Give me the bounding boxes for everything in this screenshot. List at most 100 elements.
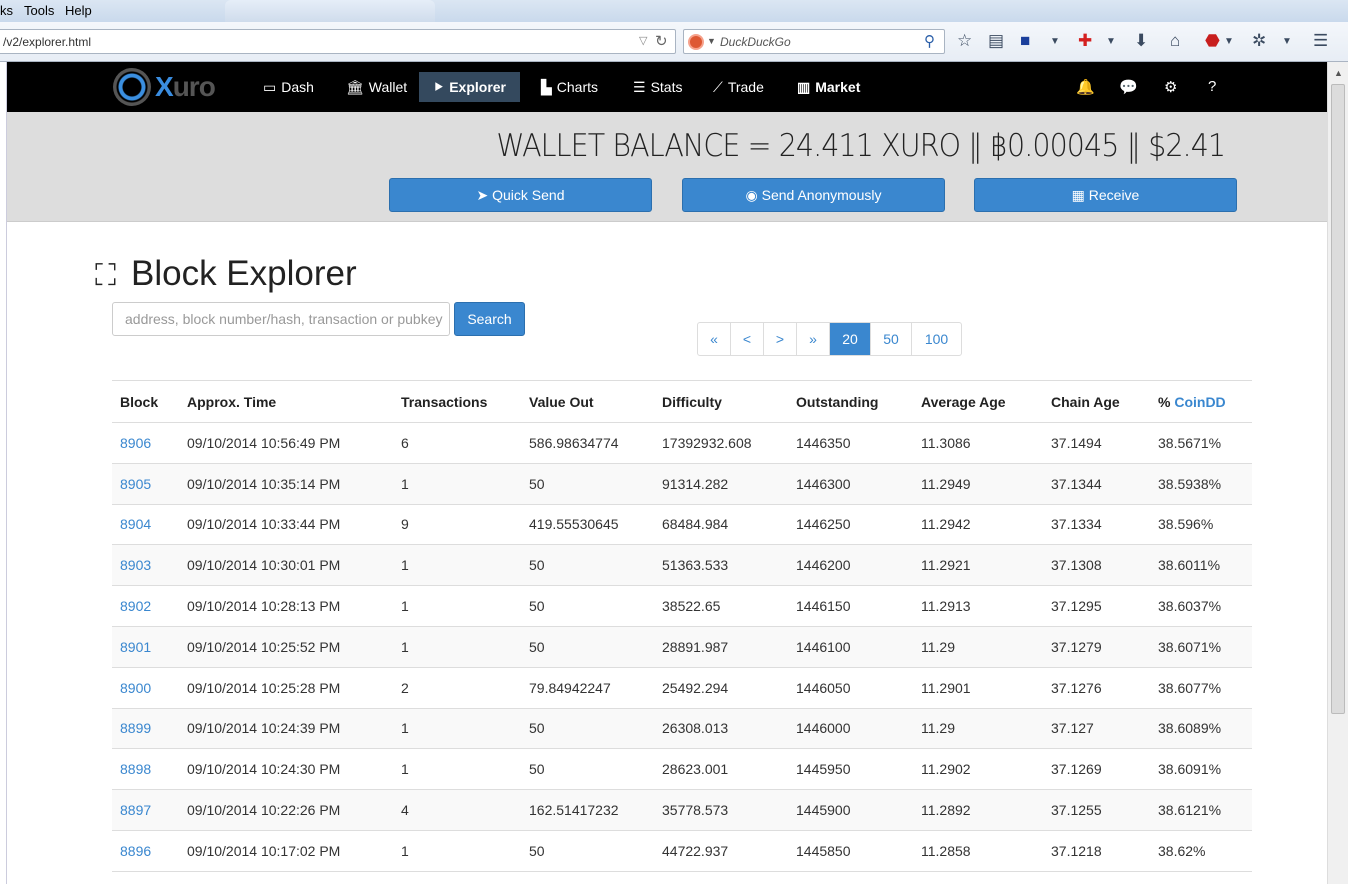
block-link[interactable]: 8899: [120, 720, 151, 736]
bookmarks-list-icon[interactable]: ▤: [988, 31, 1004, 51]
table-cell: 35778.573: [654, 789, 788, 831]
nav-trade[interactable]: ⟋ Trade: [699, 62, 778, 112]
col-average-age: Average Age: [913, 380, 1043, 423]
nav-dash[interactable]: ▭ Dash: [249, 62, 328, 112]
block-link[interactable]: 8905: [120, 476, 151, 492]
engine-dropdown-icon[interactable]: ▼: [707, 36, 716, 46]
page-size-20[interactable]: 20: [830, 323, 871, 355]
block-cell: 8902: [112, 585, 179, 627]
table-cell: 586.98634774: [521, 422, 654, 464]
url-bar[interactable]: /v2/explorer.html ▽ ↻: [0, 29, 676, 54]
col-coindd: % CoinDD: [1150, 380, 1252, 423]
addon-dropdown-icon[interactable]: ▼: [1106, 36, 1116, 47]
table-cell: 38522.65: [654, 585, 788, 627]
scroll-thumb[interactable]: [1331, 84, 1345, 714]
menu-item-help[interactable]: Help: [65, 3, 92, 18]
browser-search-bar[interactable]: ▼ DuckDuckGo ⚲: [683, 29, 945, 54]
nav-stats[interactable]: ☰ Stats: [619, 62, 696, 112]
pager-next[interactable]: >: [764, 323, 797, 355]
eye-slash-icon: ◉: [745, 187, 762, 203]
addon-icon[interactable]: ✚: [1078, 31, 1092, 51]
scroll-up-icon[interactable]: ▲: [1334, 68, 1343, 78]
table-cell: 38.62%: [1150, 830, 1252, 872]
menu-item-bookmarks[interactable]: ks: [0, 3, 13, 18]
table-cell: 38.5938%: [1150, 463, 1252, 505]
table-cell: 26308.013: [654, 708, 788, 750]
logo-icon[interactable]: [113, 68, 151, 106]
table-cell: 1446350: [788, 422, 913, 464]
page-size-50[interactable]: 50: [871, 323, 912, 355]
table-cell: 37.1276: [1043, 667, 1150, 709]
block-link[interactable]: 8902: [120, 598, 151, 614]
brand-logo[interactable]: Xuro: [155, 71, 216, 103]
url-dropdown-icon[interactable]: ▽: [639, 34, 647, 47]
nav-wallet[interactable]: 🏛 Wallet: [332, 62, 421, 112]
block-link[interactable]: 8904: [120, 516, 151, 532]
chat-icon[interactable]: 💬: [1119, 78, 1138, 96]
menu-icon[interactable]: ☰: [1313, 31, 1328, 51]
block-link[interactable]: 8896: [120, 843, 151, 859]
nav-charts[interactable]: ▙ Charts: [527, 62, 612, 112]
page-size-100[interactable]: 100: [912, 323, 961, 355]
bell-icon[interactable]: 🔔: [1076, 78, 1095, 96]
downloads-icon[interactable]: ⬇: [1134, 31, 1148, 51]
block-link[interactable]: 8900: [120, 680, 151, 696]
quick-send-button[interactable]: ➤ Quick Send: [389, 178, 652, 212]
block-link[interactable]: 8906: [120, 435, 151, 451]
browser-tab[interactable]: [225, 0, 435, 22]
nav-market[interactable]: ▥ Market: [783, 62, 874, 112]
extension-dropdown-icon[interactable]: ▼: [1282, 36, 1292, 47]
table-cell: 28891.987: [654, 626, 788, 668]
bookmark-star-icon[interactable]: ☆: [957, 31, 972, 51]
scrollbar[interactable]: ▲: [1327, 62, 1348, 884]
adblock-icon[interactable]: ⬣: [1205, 31, 1220, 51]
table-cell: 37.1344: [1043, 463, 1150, 505]
block-cell: 8896: [112, 830, 179, 872]
gears-icon[interactable]: ⚙: [1164, 78, 1177, 96]
table-cell: 38.6071%: [1150, 626, 1252, 668]
search-input[interactable]: address, block number/hash, transaction …: [112, 302, 450, 336]
save-icon[interactable]: ■: [1020, 31, 1030, 51]
block-link[interactable]: 8897: [120, 802, 151, 818]
monitor-icon: ▭: [263, 79, 277, 95]
block-link[interactable]: 8898: [120, 761, 151, 777]
table-row: 8896 09/10/2014 10:17:02 PM 1 50 44722.937 14…: [112, 830, 1252, 872]
extension-icon[interactable]: ✲: [1252, 31, 1266, 51]
search-button[interactable]: Search: [454, 302, 525, 336]
nav-explorer[interactable]: ⯈ Explorer: [419, 72, 521, 102]
table-cell: 1446150: [788, 585, 913, 627]
table-cell: 1445950: [788, 748, 913, 791]
table-row: 8901 09/10/2014 10:25:52 PM 1 50 28891.987 14…: [112, 626, 1252, 668]
table-cell: 09/10/2014 10:56:49 PM: [179, 422, 393, 464]
reload-icon[interactable]: ↻: [655, 32, 668, 50]
search-icon[interactable]: ⚲: [924, 32, 935, 50]
pager-prev[interactable]: <: [731, 323, 764, 355]
block-link[interactable]: 8901: [120, 639, 151, 655]
pager-last[interactable]: »: [797, 323, 830, 355]
table-cell: 09/10/2014 10:30:01 PM: [179, 544, 393, 587]
coindd-link[interactable]: CoinDD: [1174, 394, 1225, 410]
table-cell: 79.84942247: [521, 667, 654, 709]
table-cell: 50: [521, 626, 654, 668]
adblock-dropdown-icon[interactable]: ▼: [1224, 36, 1234, 47]
table-cell: 11.2892: [913, 789, 1043, 831]
block-link[interactable]: 8903: [120, 557, 151, 573]
pager-first[interactable]: «: [698, 323, 731, 355]
table-cell: 2: [393, 667, 521, 709]
table-cell: 25492.294: [654, 667, 788, 709]
blocks-table: Block Approx. Time Transactions Value Ou…: [112, 380, 1252, 872]
menu-item-tools[interactable]: Tools: [24, 3, 54, 18]
help-icon[interactable]: ?: [1208, 78, 1216, 95]
send-anonymously-button[interactable]: ◉ Send Anonymously: [682, 178, 945, 212]
home-icon[interactable]: ⌂: [1170, 31, 1180, 51]
sitemap-icon: ⛶: [95, 259, 116, 292]
table-cell: 1: [393, 708, 521, 750]
table-cell: 11.2858: [913, 830, 1043, 872]
table-cell: 09/10/2014 10:17:02 PM: [179, 830, 393, 872]
save-dropdown-icon[interactable]: ▼: [1050, 36, 1060, 47]
table-cell: 09/10/2014 10:28:13 PM: [179, 585, 393, 627]
table-cell: 1446050: [788, 667, 913, 709]
receive-button[interactable]: ▦ Receive: [974, 178, 1237, 212]
table-cell: 11.2902: [913, 748, 1043, 791]
duckduckgo-icon[interactable]: [688, 34, 704, 50]
